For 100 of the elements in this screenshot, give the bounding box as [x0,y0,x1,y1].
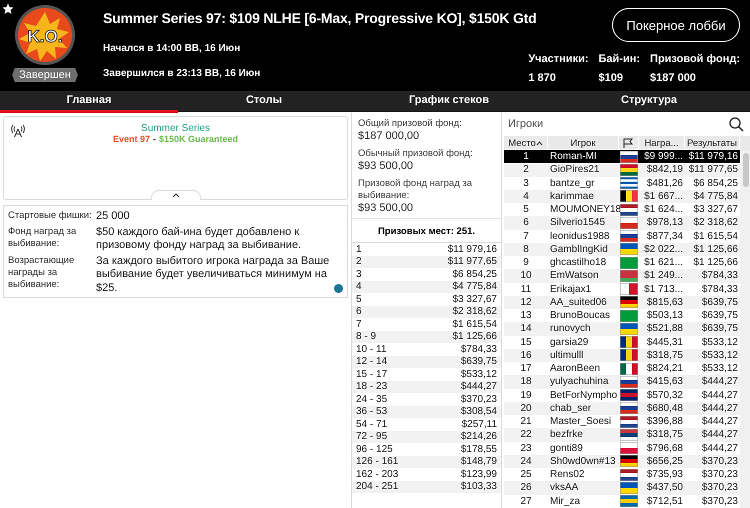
flag-icon [620,256,638,269]
player-name-cell-text: BrunoBoucas [549,310,612,322]
bounty-cell-text: $570,32 [646,390,684,401]
flag-icon [620,495,638,508]
flag-outline-icon [623,138,634,148]
scrollbar[interactable] [740,150,750,508]
bounty-cell-text: $2 022... [643,244,684,255]
player-row[interactable]: 20 chab_ser $680,48 $444,27 [504,402,740,415]
player-row[interactable]: 13 BrunoBoucas $503,13 $639,75 [504,309,740,322]
player-name-cell-text: Erikajax1 [549,284,592,295]
tab[interactable]: График стеков [350,91,548,113]
player-row[interactable]: 22 bezfrke $318,75 $444,27 [504,428,740,442]
result-cell-text: $639,75 [700,323,739,334]
flag-icon [620,468,638,481]
payout-prize: $784,33 [460,344,497,355]
player-row[interactable]: 5 MOUMONEY18 $1 624... $3 327,67 [504,203,740,216]
player-row[interactable]: 10 EmWatson $1 249... $784,33 [504,269,740,282]
result-cell-text: $1 125,66 [692,244,739,255]
stat-value: $187 000 [650,72,697,84]
payout-place: 7 [356,318,362,330]
bounty-cell-text: $437,50 [646,482,684,494]
player-name-cell-text: Silverio1545 [549,217,606,228]
player-row[interactable]: 23 gonti89 $796,68 $444,27 [504,442,740,455]
tab[interactable]: Столы [178,91,350,113]
player-row[interactable]: 24 Sh0wd0wn#13 $656,25 $370,23 [504,454,740,468]
player-row[interactable]: 6 Silverio1545 $978,13 $2 318,62 [504,216,740,230]
stat-label: Призовой фонд: [650,53,740,65]
flag-icon [620,428,638,441]
player-row[interactable]: 19 BetForNympho $570,32 $444,27 [504,388,740,402]
tournament-title: Summer Series 97: $109 NLHE [6-Max, Progressive KO], $150K Gtd [103,10,536,26]
bounty-cell-text: $9 999... [643,151,684,162]
payout-place: 204 - 251 [356,481,398,492]
place-cell-text: 13 [519,310,533,322]
result-cell-text: $533,12 [700,363,739,374]
favorite-star-icon[interactable] [2,3,14,15]
player-row[interactable]: 3 bantze_gr $481,26 $6 854,25 [504,176,740,190]
player-row[interactable]: 18 yulyachuhina $415,63 $444,27 [504,375,740,388]
player-row[interactable]: 4 karimmae $1 667... $4 775,84 [504,190,740,203]
player-row[interactable]: 14 runovych $521,88 $639,75 [504,322,740,336]
payout-prize: $1 125,66 [452,331,497,342]
player-name-cell-text: karimmae [549,190,595,202]
player-row[interactable]: 16 ultimulll $318,75 $533,12 [504,348,740,362]
place-cell-text: 19 [519,390,533,401]
payout-prize: $444,27 [460,381,497,392]
player-row[interactable]: 1 Roman-MI $9 999... $11 979,16 [504,150,740,164]
flag-icon [620,455,638,468]
player-row[interactable]: 2 GioPires21 $842,19 $11 977,65 [504,163,740,176]
bounty-cell-text: $796,68 [646,442,684,454]
payout-place: 6 [356,306,362,318]
payout-place: 36 - 53 [356,406,388,418]
player-name-cell-text: gonti89 [549,442,584,454]
player-row[interactable]: 9 ghcastilho18 $1 621... $1 125,66 [504,256,740,270]
poker-lobby-button[interactable]: Покерное лобби [612,8,740,42]
result-cell-text: $444,27 [700,442,739,454]
result-cell-text: $370,23 [700,456,739,467]
player-row[interactable]: 15 garsia29 $445,31 $533,12 [504,336,740,349]
tab[interactable]: Структура [548,91,750,113]
player-name-cell-text: ghcastilho18 [549,257,608,268]
player-name-cell-text: Roman-MI [549,151,598,162]
player-row[interactable]: 27 Mir_za $712,51 $370,23 [504,494,740,508]
player-row[interactable]: 11 Erikajax1 $1 713... $784,33 [504,282,740,296]
result-cell-text: $639,75 [700,296,739,308]
place-cell-text: 14 [519,323,533,334]
place-cell-text: 8 [522,244,530,255]
place-cell-text: 26 [519,482,533,494]
info-value: 25 000 [96,210,130,224]
bounty-cell-text: $877,34 [646,230,684,242]
flag-icon [620,416,638,428]
info-icon[interactable] [334,284,343,293]
bounty-cell-text: $481,26 [646,178,684,189]
result-cell-text: $444,27 [700,429,739,440]
flag-icon [620,270,638,282]
place-cell-text: 9 [522,257,530,268]
pool-label: Обычный призовой фонд: [358,148,474,160]
payout-place: 8 - 9 [356,331,376,342]
payout-prize: $308,54 [460,406,497,418]
result-cell-text: $370,23 [700,496,739,507]
series-title: Summer Series [141,123,210,134]
bounty-cell-text: $445,31 [646,336,684,348]
player-row[interactable]: 25 Rens02 $735,93 $370,23 [504,468,740,482]
flag-icon [620,204,638,216]
player-name-cell-text: ultimulll [549,350,584,361]
player-name-cell-text: AA_suited06 [549,296,608,308]
flag-icon [620,283,638,296]
player-row[interactable]: 26 vksAA $437,50 $370,23 [504,481,740,494]
search-icon[interactable] [729,116,744,132]
player-row[interactable]: 12 AA_suited06 $815,63 $639,75 [504,296,740,309]
player-row[interactable]: 8 GamblIngKid $2 022... $1 125,66 [504,242,740,256]
player-row[interactable]: 21 Master_Soesi $396,88 $444,27 [504,415,740,428]
tab[interactable]: Главная [0,91,178,113]
player-name-cell-text: yulyachuhina [549,376,610,388]
player-name-cell-text: Master_Soesi [549,416,612,428]
caret-icon [172,193,180,198]
player-row[interactable]: 17 AaronBeen $824,21 $533,12 [504,362,740,376]
player-row[interactable]: 7 leonidus1988 $877,34 $1 615,54 [504,230,740,243]
bounty-cell-text: $503,13 [646,310,684,322]
place-cell-text: 24 [519,456,533,467]
payout-prize: $11 977,65 [448,256,497,268]
bounty-cell-text: $1 713... [643,284,684,295]
flag-icon [620,389,638,402]
